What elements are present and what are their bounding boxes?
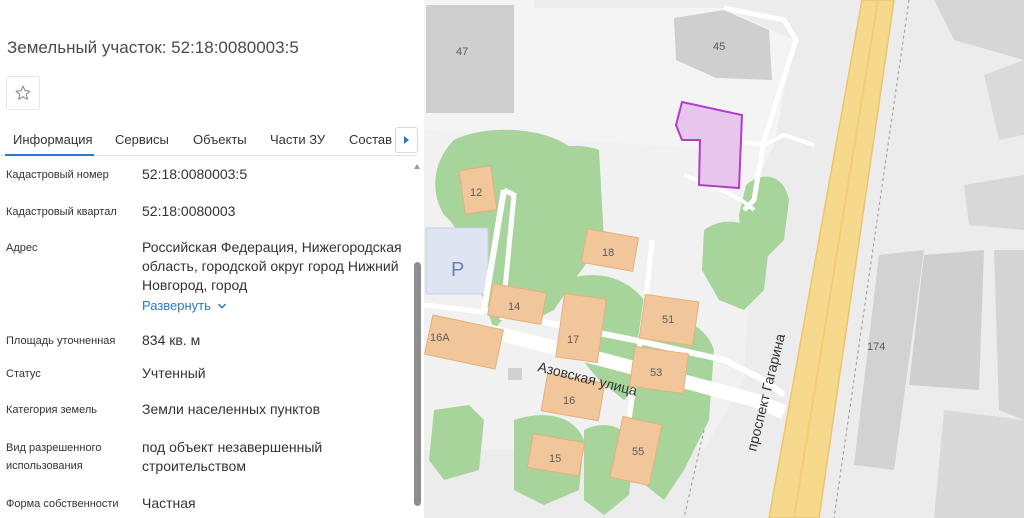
tab-services[interactable]: Сервисы: [115, 132, 169, 147]
row-value: 834 кв. м: [142, 332, 201, 348]
house-number-label: 16: [563, 395, 575, 407]
row-label: Площадь уточненная: [6, 335, 116, 347]
tab-information[interactable]: Информация: [13, 132, 93, 147]
row-value: под объект незавершенный строительством: [142, 439, 323, 474]
house-number-label: 47: [456, 46, 468, 58]
house-number-label: 12: [470, 187, 482, 199]
house-number-label: 18: [602, 247, 614, 259]
house-number-label: 14: [508, 301, 520, 313]
row-label: Кадастровый квартал: [6, 206, 117, 218]
expand-address-link[interactable]: Развернуть: [142, 296, 227, 315]
house-number-label: 51: [662, 314, 674, 326]
tab-bar: Информация Сервисы Объекты Части ЗУ Сост…: [0, 124, 418, 156]
row-value: Российская Федерация, Нижегородская обла…: [142, 238, 404, 315]
address-text: Российская Федерация, Нижегородская обла…: [142, 239, 402, 293]
house-number-label: 45: [713, 41, 725, 53]
arrow-right-icon: [404, 136, 409, 144]
map-view[interactable]: P 47 45 12 18 14 17 51 16А 53 16 55 15 1…: [424, 0, 1024, 518]
small-structure: [508, 368, 522, 380]
building-47: [426, 5, 514, 113]
info-panel: Земельный участок: 52:18:0080003:5 Инфор…: [0, 0, 424, 518]
building-17: [555, 292, 607, 364]
row-label: Вид разрешенного использования: [6, 442, 102, 472]
row-value: 52:18:0080003:5: [142, 166, 248, 182]
active-tab-indicator: [5, 154, 94, 156]
parking-label: P: [451, 259, 464, 281]
scroll-up-arrow-icon[interactable]: [414, 164, 420, 169]
house-number-label: 55: [632, 446, 644, 458]
row-value: Земли населенных пунктов: [142, 401, 321, 417]
house-number-label: 174: [867, 341, 885, 353]
house-number-label: 15: [549, 453, 561, 465]
tab-objects[interactable]: Объекты: [193, 132, 247, 147]
map-canvas[interactable]: P 47 45 12 18 14 17 51 16А 53 16 55 15 1…: [424, 0, 1024, 518]
row-label: Кадастровый номер: [6, 169, 109, 181]
row-value: 52:18:0080003: [142, 203, 236, 219]
row-value: Частная: [142, 495, 196, 511]
house-number-label: 53: [650, 367, 662, 379]
row-label: Категория земель: [6, 404, 97, 416]
tabs-scroll-right-button[interactable]: [395, 127, 418, 153]
row-value: Учтенный: [142, 365, 206, 381]
star-outline-icon: [15, 85, 31, 100]
row-label: Адрес: [6, 242, 38, 254]
favorite-button[interactable]: [6, 76, 40, 110]
panel-scrollbar[interactable]: [412, 158, 422, 518]
scroll-thumb[interactable]: [414, 262, 421, 506]
row-label: Форма собственности: [6, 498, 119, 510]
tab-parcel-parts[interactable]: Части ЗУ: [270, 132, 325, 147]
green-area: [429, 405, 484, 480]
expand-link-label: Развернуть: [142, 298, 211, 313]
row-label: Статус: [6, 368, 41, 380]
chevron-down-icon: [217, 303, 226, 309]
page-title: Земельный участок: 52:18:0080003:5: [7, 38, 299, 57]
house-number-label: 17: [567, 334, 579, 346]
tab-composition[interactable]: Состав: [349, 132, 392, 147]
house-number-label: 16А: [430, 332, 450, 344]
building: [934, 410, 1024, 518]
